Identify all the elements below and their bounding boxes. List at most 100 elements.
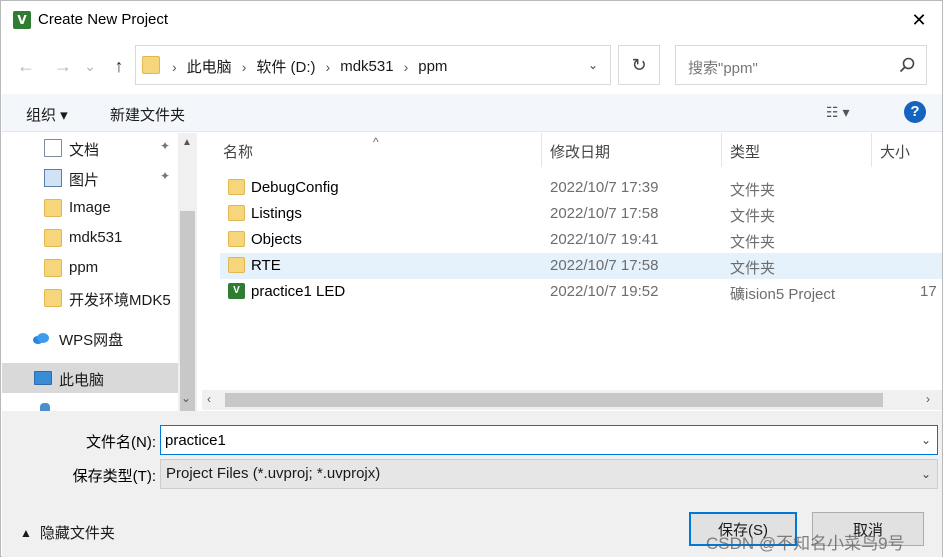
scrollbar-thumb[interactable] <box>225 393 883 407</box>
sidebar-item-image[interactable]: Image <box>2 193 178 223</box>
file-type: 文件夹 <box>730 234 776 251</box>
sidebar-item-this-pc[interactable]: 此电脑 <box>2 363 178 393</box>
file-row[interactable]: RTE 2022/10/7 17:58 文件夹 <box>220 253 942 279</box>
sidebar-item-mdk531[interactable]: mdk531 <box>2 223 178 253</box>
address-bar[interactable]: › 此电脑 › 软件 (D:) › mdk531 › ppm ⌄ <box>135 45 611 85</box>
up-button[interactable]: ↑ <box>106 53 132 79</box>
sort-ascending-icon: ^ <box>373 135 379 149</box>
new-folder-button[interactable]: 新建文件夹 <box>110 104 185 125</box>
sidebar-item-label: WPS网盘 <box>59 332 124 349</box>
close-icon: ✕ <box>911 9 927 30</box>
sidebar-item-label: 此电脑 <box>59 372 105 389</box>
view-options-button[interactable]: ☷ ▾ <box>826 104 849 121</box>
file-date: 2022/10/7 19:41 <box>550 231 659 248</box>
command-bar: 组织 ▾ 新建文件夹 ☷ ▾ ? <box>2 94 942 132</box>
refresh-button[interactable]: ↻ <box>618 45 660 85</box>
column-divider[interactable] <box>871 133 872 167</box>
chevron-down-icon[interactable]: ⌄ <box>181 391 191 405</box>
folder-icon <box>44 289 62 307</box>
column-header-label: 大小 <box>880 144 911 161</box>
breadcrumb: › 此电脑 › 软件 (D:) › mdk531 › ppm <box>172 56 447 77</box>
sidebar-item-label: Image <box>69 199 111 216</box>
recent-locations-button[interactable]: ⌄ <box>81 53 99 79</box>
file-row[interactable]: DebugConfig 2022/10/7 17:39 文件夹 <box>220 175 942 201</box>
breadcrumb-separator[interactable]: › <box>242 59 247 75</box>
file-row[interactable]: V practice1 LED 2022/10/7 19:52 礦ision5 … <box>220 279 942 305</box>
column-divider[interactable] <box>541 133 542 167</box>
cloud-icon <box>33 333 49 344</box>
pin-icon: ✦ <box>160 169 171 183</box>
navigation-scrollbar[interactable]: ▲ ⌄ <box>178 133 197 445</box>
file-row[interactable]: Objects 2022/10/7 19:41 文件夹 <box>220 227 942 253</box>
help-icon[interactable]: ? <box>904 101 926 123</box>
sidebar-item-documents[interactable]: 文档 ✦ <box>2 133 178 163</box>
navigation-pane: 文档 ✦ 图片 ✦ Image mdk531 ppm 开发环境MDK5 WPS网… <box>2 133 198 411</box>
chevron-right-icon[interactable]: › <box>926 392 930 406</box>
picture-icon <box>44 169 62 187</box>
folder-icon <box>228 179 245 195</box>
breadcrumb-mdk531[interactable]: mdk531 <box>340 58 393 75</box>
document-icon <box>44 139 62 157</box>
column-divider[interactable] <box>721 133 722 167</box>
filetype-label: 保存类型(T): <box>72 468 156 485</box>
network-icon <box>40 403 50 411</box>
close-button[interactable]: ✕ <box>896 1 942 39</box>
arrow-up-icon: ↑ <box>114 55 124 76</box>
back-button[interactable]: ← <box>13 53 39 79</box>
file-name: RTE <box>251 257 281 274</box>
folder-icon <box>142 56 160 74</box>
chevron-down-icon: ⌄ <box>920 467 931 481</box>
filetype-select[interactable]: Project Files (*.uvproj; *.uvprojx) ⌄ <box>160 459 938 489</box>
breadcrumb-separator[interactable]: › <box>326 59 331 75</box>
breadcrumb-this-pc[interactable]: 此电脑 <box>187 56 232 77</box>
breadcrumb-ppm[interactable]: ppm <box>418 58 447 75</box>
folder-icon <box>44 259 62 277</box>
scrollbar-thumb[interactable] <box>180 211 195 445</box>
filename-label: 文件名(N): <box>86 434 156 451</box>
filename-input[interactable] <box>165 430 905 450</box>
sidebar-item-pictures[interactable]: 图片 ✦ <box>2 163 178 193</box>
file-name: practice1 LED <box>251 283 346 300</box>
uvision-project-icon: V <box>228 283 245 299</box>
file-name: DebugConfig <box>251 179 339 196</box>
scroll-up-icon[interactable]: ▲ <box>182 137 192 148</box>
organize-menu[interactable]: 组织 ▾ <box>26 104 68 125</box>
breadcrumb-separator[interactable]: › <box>404 59 409 75</box>
column-header-type[interactable]: 类型 <box>730 141 760 171</box>
file-date: 2022/10/7 19:52 <box>550 283 659 300</box>
sidebar-item-wps-cloud[interactable]: WPS网盘 <box>2 323 178 353</box>
arrow-right-icon: → <box>54 55 72 76</box>
folder-icon <box>228 257 245 273</box>
column-header-date[interactable]: 修改日期 <box>550 141 610 171</box>
hide-folders-toggle[interactable]: ▲ 隐藏文件夹 <box>20 522 115 543</box>
column-header-size[interactable]: 大小 <box>880 141 910 171</box>
breadcrumb-separator: › <box>172 58 177 75</box>
file-name: Objects <box>251 231 302 248</box>
forward-button[interactable]: → <box>50 53 76 79</box>
chevron-down-icon: ⌄ <box>84 57 96 74</box>
chevron-left-icon[interactable]: ‹ <box>207 392 211 406</box>
search-box[interactable]: 搜索"ppm" <box>675 45 927 85</box>
chevron-down-icon: ⌄ <box>587 58 599 72</box>
chevron-down-icon[interactable]: ⌄ <box>921 433 931 447</box>
search-icon <box>899 57 915 73</box>
sidebar-item-label: ppm <box>69 259 99 276</box>
file-list: 名称 ^ 修改日期 类型 大小 DebugConfig 2022/10/7 17… <box>202 133 942 411</box>
file-type: 礦ision5 Project <box>730 286 836 303</box>
file-name: Listings <box>251 205 302 222</box>
filename-field[interactable]: ⌄ <box>160 425 938 455</box>
column-header-name[interactable]: 名称 ^ <box>223 135 379 171</box>
horizontal-scrollbar[interactable]: ‹ › <box>202 390 942 410</box>
sidebar-item-label: mdk531 <box>69 229 123 246</box>
pin-icon: ✦ <box>160 139 171 153</box>
file-row[interactable]: Listings 2022/10/7 17:58 文件夹 <box>220 201 942 227</box>
address-dropdown-button[interactable]: ⌄ <box>582 54 604 76</box>
sidebar-item-ppm[interactable]: ppm <box>2 253 178 283</box>
chevron-up-icon: ▲ <box>20 525 32 540</box>
sidebar-item-mdk5-env[interactable]: 开发环境MDK5 <box>2 283 178 313</box>
breadcrumb-drive-d[interactable]: 软件 (D:) <box>256 56 315 77</box>
search-input[interactable]: 搜索"ppm" <box>688 57 758 78</box>
sidebar-item-label: 文档 <box>69 142 100 159</box>
create-project-dialog: V Create New Project ✕ ← → ⌄ ↑ › 此电脑 › 软… <box>0 0 943 557</box>
sidebar-item-label: 开发环境MDK5 <box>69 292 171 309</box>
